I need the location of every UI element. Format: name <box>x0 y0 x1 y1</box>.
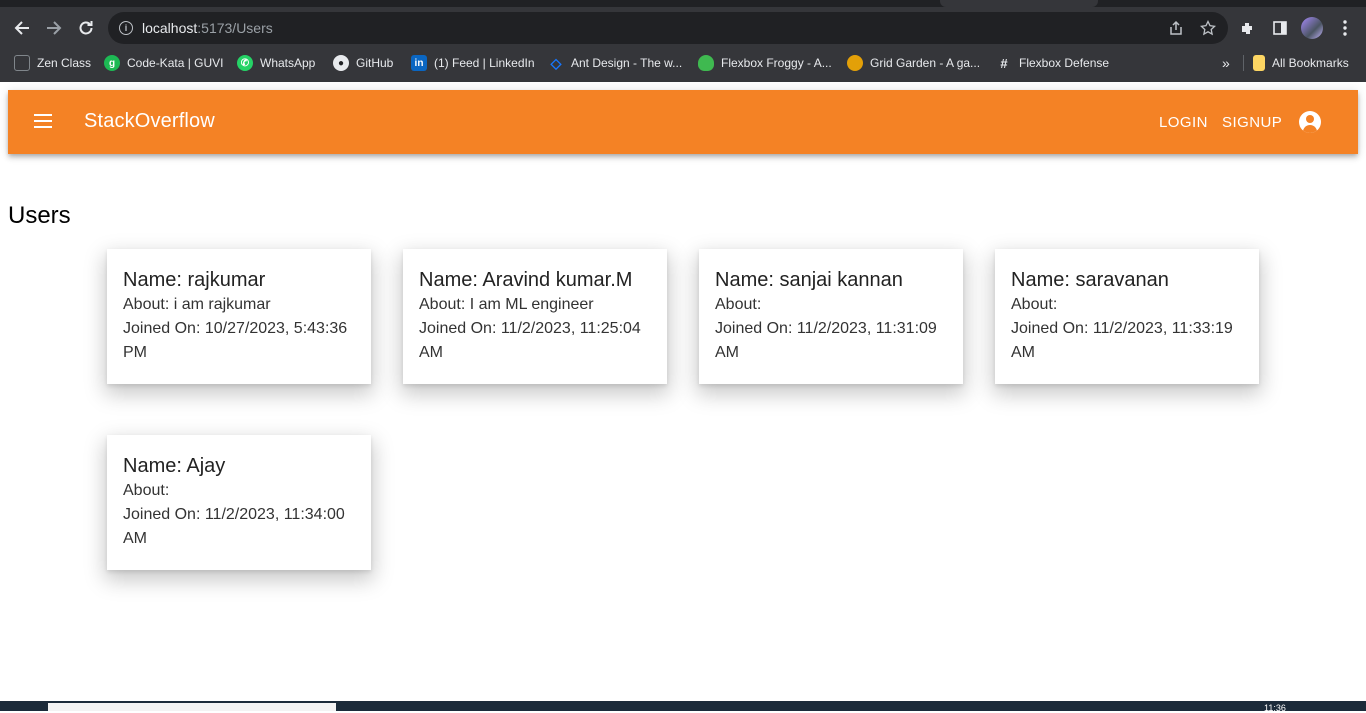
account-circle-icon[interactable] <box>1299 111 1321 133</box>
taskbar-clock: 11:36 <box>1264 703 1286 713</box>
hamburger-menu-icon[interactable] <box>34 114 52 128</box>
active-tab[interactable] <box>940 0 1098 7</box>
signup-button[interactable]: SIGNUP <box>1222 114 1282 131</box>
user-about: About: <box>123 482 170 499</box>
user-name: Name: rajkumar <box>123 269 266 291</box>
bookmarks-overflow-button[interactable]: » <box>1222 54 1230 72</box>
browser-toolbar: i localhost:5173/Users Zen Class g Code-K… <box>0 0 1366 82</box>
bookmarks-bar: Zen Class g Code-Kata | GUVI ✆ WhatsApp ● G… <box>0 50 1366 76</box>
reload-icon[interactable] <box>75 17 97 39</box>
user-about: About: <box>715 296 762 313</box>
more-menu-icon[interactable] <box>1335 18 1355 38</box>
froggy-icon <box>698 55 714 71</box>
page-viewport: StackOverflow LOGIN SIGNUP Users Name: r… <box>0 82 1366 701</box>
guvi-icon: g <box>104 55 120 71</box>
page-title: Users <box>8 202 71 229</box>
bookmark-linkedin[interactable]: in (1) Feed | LinkedIn <box>411 54 535 72</box>
user-card[interactable]: Name: Aravind kumar.M About: I am ML eng… <box>403 249 667 384</box>
user-card[interactable]: Name: rajkumar About: i am rajkumar Join… <box>107 249 371 384</box>
user-name: Name: saravanan <box>1011 269 1169 291</box>
profile-avatar[interactable] <box>1301 17 1323 39</box>
bookmark-ant-design[interactable]: ◇ Ant Design - The w... <box>548 54 683 72</box>
bookmark-zen-class[interactable]: Zen Class <box>14 54 91 72</box>
user-name: Name: Aravind kumar.M <box>419 269 633 291</box>
login-button[interactable]: LOGIN <box>1159 114 1208 131</box>
bookmark-grid-garden[interactable]: Grid Garden - A ga... <box>847 54 980 72</box>
all-bookmarks-folder[interactable]: All Bookmarks <box>1253 54 1349 72</box>
bookmarks-divider <box>1243 55 1244 71</box>
ant-design-icon: ◇ <box>550 54 562 71</box>
extensions-icon[interactable] <box>1238 18 1258 38</box>
user-joined: Joined On: 11/2/2023, 11:34:00 AM <box>123 506 345 547</box>
back-icon[interactable] <box>11 17 33 39</box>
user-about: About: i am rajkumar <box>123 296 271 313</box>
user-name: Name: Ajay <box>123 455 226 477</box>
document-icon <box>14 55 30 71</box>
user-card[interactable]: Name: Ajay About: Joined On: 11/2/2023, … <box>107 435 371 570</box>
bookmark-flexbox-froggy[interactable]: Flexbox Froggy - A... <box>698 54 832 72</box>
bookmark-github[interactable]: ● GitHub <box>333 54 393 72</box>
brand-title[interactable]: StackOverflow <box>84 110 215 133</box>
user-card[interactable]: Name: saravanan About: Joined On: 11/2/2… <box>995 249 1259 384</box>
folder-icon <box>1253 55 1265 71</box>
taskbar-search[interactable] <box>48 703 336 711</box>
url-text[interactable]: localhost:5173/Users <box>142 20 273 36</box>
side-panel-icon[interactable] <box>1270 18 1290 38</box>
bookmark-whatsapp[interactable]: ✆ WhatsApp <box>237 54 315 72</box>
user-card[interactable]: Name: sanjai kannan About: Joined On: 11… <box>699 249 963 384</box>
flexbox-defense-icon: # <box>1000 55 1008 71</box>
app-bar: StackOverflow LOGIN SIGNUP <box>8 90 1358 154</box>
github-icon: ● <box>333 55 349 71</box>
tab-strip <box>0 0 1366 7</box>
os-taskbar: 11:36 <box>0 701 1366 713</box>
bookmark-flexbox-defense[interactable]: # Flexbox Defense <box>996 54 1109 72</box>
user-joined: Joined On: 11/2/2023, 11:33:19 AM <box>1011 320 1233 361</box>
forward-icon[interactable] <box>43 17 65 39</box>
user-joined: Joined On: 11/2/2023, 11:31:09 AM <box>715 320 937 361</box>
bookmark-star-icon[interactable] <box>1200 20 1216 36</box>
user-about: About: <box>1011 296 1058 313</box>
grid-garden-icon <box>847 55 863 71</box>
share-icon[interactable] <box>1168 20 1184 36</box>
whatsapp-icon: ✆ <box>237 55 253 71</box>
user-name: Name: sanjai kannan <box>715 269 903 291</box>
bookmark-code-kata[interactable]: g Code-Kata | GUVI <box>104 54 224 72</box>
user-joined: Joined On: 10/27/2023, 5:43:36 PM <box>123 320 348 361</box>
site-info-icon[interactable]: i <box>119 21 133 35</box>
address-bar[interactable]: i localhost:5173/Users <box>108 12 1228 44</box>
user-about: About: I am ML engineer <box>419 296 594 313</box>
user-joined: Joined On: 11/2/2023, 11:25:04 AM <box>419 320 641 361</box>
linkedin-icon: in <box>411 55 427 71</box>
